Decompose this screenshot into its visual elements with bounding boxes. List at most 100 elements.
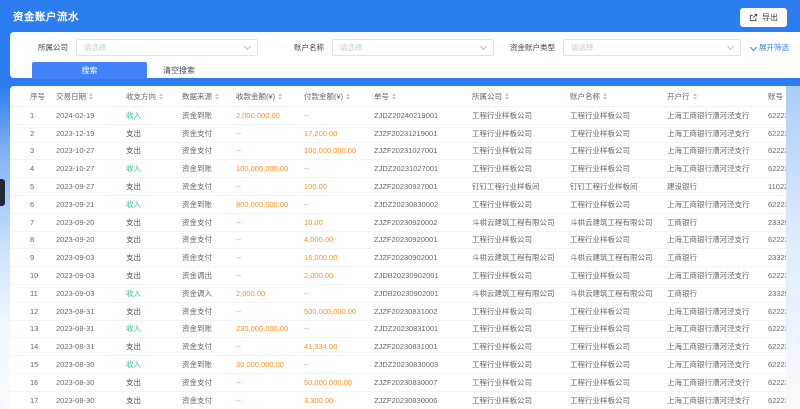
cell-account_no: 622230111 [768, 324, 800, 333]
sort-icon[interactable] [392, 93, 396, 100]
column-header-account_no[interactable]: 账号 [768, 91, 800, 102]
cell-account: 斗栱云建筑工程有限公司 [570, 217, 667, 228]
cell-order: ZJZF20230830006 [374, 396, 472, 405]
cell-order: ZJZF20231027001 [374, 146, 472, 155]
table-row[interactable]: 52023-09-27支出资金支付--100.00ZJZF20230927001… [10, 178, 800, 196]
cell-order: ZJZF20230830007 [374, 378, 472, 387]
table-row[interactable]: 32023-10-27支出资金支付--100,000,000.00ZJZF202… [10, 143, 800, 161]
cell-receive: -- [236, 235, 304, 244]
page-header: 资金账户流水 导出 [0, 0, 800, 31]
table-row[interactable]: 122023-08-31支出资金支付--500,000,000.00ZJZF20… [10, 303, 800, 321]
cell-receive: -- [236, 342, 304, 351]
filter-panel: 所属公司 请选择 账户名称 请选择 资金账户类型 请选择 展开筛选 搜索 清空搜… [10, 32, 800, 78]
account-name-select-placeholder: 请选择 [340, 42, 363, 53]
sort-icon[interactable] [89, 93, 93, 100]
cell-account_no: 233294994 [768, 253, 800, 262]
cell-company: 工程行业样板公司 [472, 395, 570, 406]
cell-account: 工程行业样板公司 [570, 359, 667, 370]
table-row[interactable]: 92023-09-03支出资金支付--16,000.00ZJZF20230902… [10, 249, 800, 267]
column-header-direction[interactable]: 收支方向 [126, 91, 182, 102]
cell-account: 工程行业样板公司 [570, 199, 667, 210]
table-row[interactable]: 72023-09-20支出资金支付--10.00ZJZF20230920002斗… [10, 214, 800, 232]
cell-pay: -- [304, 360, 374, 369]
cell-pay: -- [304, 111, 374, 120]
account-name-select[interactable]: 请选择 [332, 39, 494, 56]
column-header-company[interactable]: 所属公司 [472, 91, 570, 102]
table-row[interactable]: 172023-08-30支出资金支付--3,300.00ZJZF20230830… [10, 392, 800, 409]
cell-direction: 收入 [126, 359, 182, 370]
sort-icon[interactable] [215, 93, 219, 100]
filter-row: 所属公司 请选择 账户名称 请选择 资金账户类型 请选择 展开筛选 [38, 39, 800, 56]
table-row[interactable]: 82023-09-20支出资金支付--4,000.00ZJZF202309200… [10, 232, 800, 250]
cell-pay: 41,334.00 [304, 342, 374, 351]
column-header-bank[interactable]: 开户行 [667, 91, 768, 102]
cell-pay: -- [304, 200, 374, 209]
cell-order: ZJDB20230902001 [374, 271, 472, 280]
cell-company: 钉钉工程行业样板间 [472, 181, 570, 192]
table-row[interactable]: 112023-09-03收入资金调入2,000.00--ZJDB20230902… [10, 285, 800, 303]
cell-receive: -- [236, 307, 304, 316]
cell-direction: 收入 [126, 288, 182, 299]
column-header-label: 单号 [374, 91, 389, 102]
cell-account: 工程行业样板公司 [570, 163, 667, 174]
table-row[interactable]: 152023-08-30收入资金到账30,000,000.00--ZJDZ202… [10, 356, 800, 374]
company-filter-label: 所属公司 [38, 42, 68, 53]
cell-account: 钉钉工程行业样板间 [570, 181, 667, 192]
export-button-label: 导出 [762, 12, 778, 23]
column-header-receive[interactable]: 收款金额(¥) [236, 91, 304, 102]
table-row[interactable]: 142023-08-31支出资金支付--41,334.00ZJZF2023083… [10, 338, 800, 356]
sort-icon[interactable] [159, 93, 163, 100]
cell-source: 资金支付 [182, 377, 236, 388]
column-header-account[interactable]: 账户名称 [570, 91, 667, 102]
column-header-pay[interactable]: 付款金额(¥) [304, 91, 374, 102]
company-select[interactable]: 请选择 [76, 39, 258, 56]
table-row[interactable]: 42023-10-27收入资金到账100,000,000.00--ZJDZ202… [10, 160, 800, 178]
export-button[interactable]: 导出 [740, 8, 787, 27]
cell-source: 资金支付 [182, 306, 236, 317]
cell-order: ZJZF20230927001 [374, 182, 472, 191]
cell-account_no: 622230111 [768, 164, 800, 173]
sort-icon[interactable] [505, 93, 509, 100]
column-header-date[interactable]: 交易日期 [56, 91, 126, 102]
sort-icon[interactable] [278, 93, 282, 100]
expand-filters-link[interactable]: 展开筛选 [751, 42, 789, 53]
cell-source: 资金到账 [182, 199, 236, 210]
cell-order: ZJDZ20240219001 [374, 111, 472, 120]
cell-account: 工程行业样板公司 [570, 145, 667, 156]
cell-pay: 50,000,000.00 [304, 378, 374, 387]
sort-icon[interactable] [603, 93, 607, 100]
cell-account_no: 622230111 [768, 200, 800, 209]
cell-no: 6 [30, 200, 56, 209]
cell-pay: 16,000.00 [304, 253, 374, 262]
column-header-source[interactable]: 数据来源 [182, 91, 236, 102]
table-row[interactable]: 132023-08-31收入资金到账230,000,000.00--ZJDZ20… [10, 321, 800, 339]
cell-order: ZJDZ20230830002 [374, 200, 472, 209]
table-row[interactable]: 62023-09-21收入资金到账800,000,000.00--ZJDZ202… [10, 196, 800, 214]
table-row[interactable]: 162023-08-30支出资金支付--50,000,000.00ZJZF202… [10, 374, 800, 392]
clear-search-button[interactable]: 清空搜索 [157, 64, 201, 77]
cell-account_no: 622230111 [768, 396, 800, 405]
cell-account: 斗栱云建筑工程有限公司 [570, 252, 667, 263]
cell-bank: 上海工商银行漕河泾支行 [667, 270, 768, 281]
account-name-filter-label: 账户名称 [294, 42, 324, 53]
cell-receive: 100,000,000.00 [236, 164, 304, 173]
table-row[interactable]: 102023-09-03支出资金调出--2,000.00ZJDB20230902… [10, 267, 800, 285]
cell-source: 资金支付 [182, 181, 236, 192]
cell-order: ZJZF20230920002 [374, 218, 472, 227]
sort-icon[interactable] [786, 93, 790, 100]
column-header-order[interactable]: 单号 [374, 91, 472, 102]
sort-icon[interactable] [693, 93, 697, 100]
cell-direction: 收入 [126, 323, 182, 334]
search-button[interactable]: 搜索 [32, 62, 147, 79]
cell-direction: 支出 [126, 395, 182, 406]
cell-company: 斗栱云建筑工程有限公司 [472, 252, 570, 263]
sort-icon[interactable] [346, 93, 350, 100]
cell-company: 工程行业样板公司 [472, 377, 570, 388]
cell-source: 资金调出 [182, 270, 236, 281]
table-row[interactable]: 22023-12-19支出资金支付--17,200.00ZJZF20231219… [10, 125, 800, 143]
sidebar-handle[interactable] [0, 179, 5, 206]
cell-account_no: 622230111 [768, 235, 800, 244]
table-row[interactable]: 12024-02-19收入资金到账2,000,000.00--ZJDZ20240… [10, 107, 800, 125]
account-type-select[interactable]: 请选择 [563, 39, 741, 56]
chevron-down-icon [244, 43, 251, 50]
